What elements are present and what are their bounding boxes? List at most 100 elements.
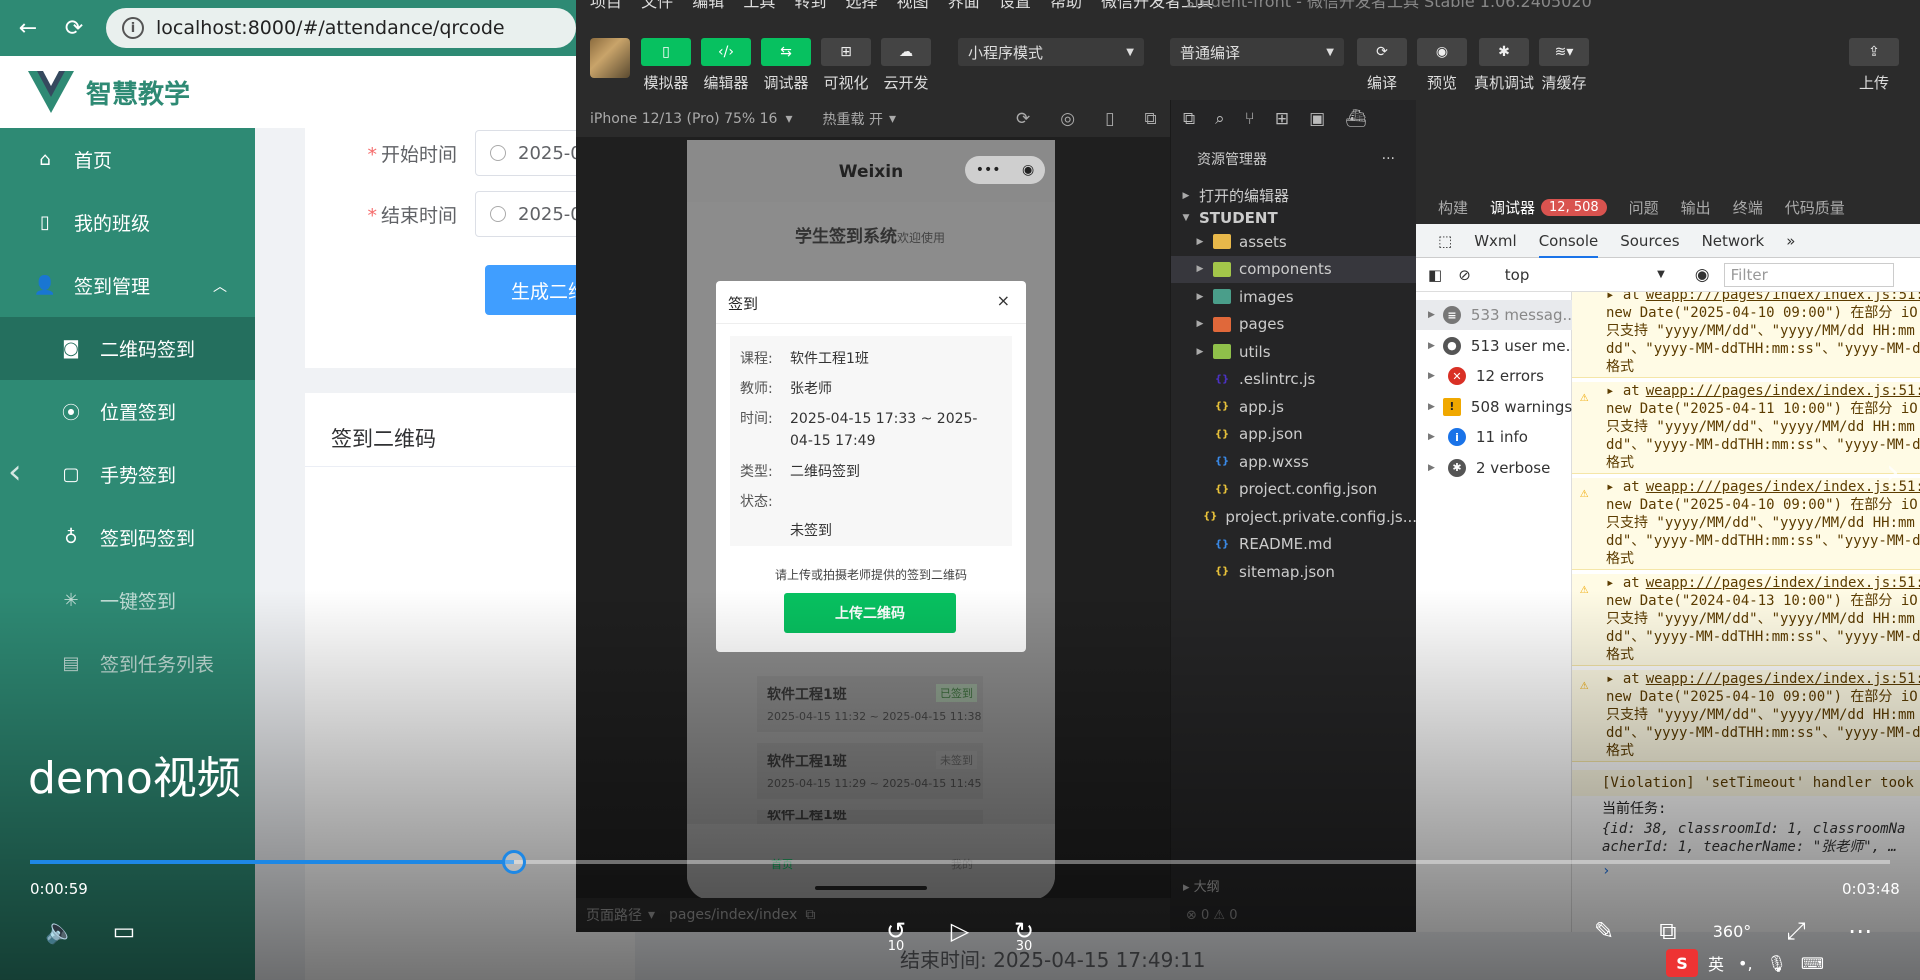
rotate-icon[interactable]: ⟳ <box>1016 109 1030 129</box>
extensions-icon[interactable]: ⊞ <box>1275 109 1289 129</box>
forward-30-icon[interactable]: ↻ 30 <box>1004 914 1044 954</box>
sidebar-toggle-icon[interactable]: ◧ <box>1428 266 1442 284</box>
tab-sources[interactable]: Sources <box>1620 232 1679 250</box>
tab-code-quality[interactable]: 代码质量 <box>1785 197 1845 218</box>
search-icon[interactable]: ⌕ <box>1215 109 1225 129</box>
tab-mine[interactable]: 我的 <box>951 856 973 872</box>
menu-edit[interactable]: 编辑 <box>692 0 724 11</box>
list-item[interactable]: 软件工程1班 未签到 2025-04-15 11:29 ~ 2025-04-15… <box>757 743 983 799</box>
menu-project[interactable]: 项目 <box>590 0 622 11</box>
console-warning[interactable]: ⚠ ▸ at weapp:///pages/index/index.js:51: ne… <box>1572 382 1920 474</box>
menu-file[interactable]: 文件 <box>641 0 673 11</box>
source-link[interactable]: weapp:///pages/index/index.js:51: <box>1646 479 1920 495</box>
play-icon[interactable]: ▷ <box>940 914 980 948</box>
mini-program-capsule[interactable]: ••• ◉ <box>965 156 1045 184</box>
tree-file[interactable]: {} app.json <box>1171 421 1417 448</box>
tab-build[interactable]: 构建 <box>1438 197 1468 218</box>
video-progress-handle[interactable] <box>501 850 526 874</box>
sidebar-item-my-classes[interactable]: ▯ 我的班级 <box>0 191 255 254</box>
mode-select[interactable]: 小程序模式 ▼ <box>958 38 1144 66</box>
sidebar-item-one-click-attendance[interactable]: ✳ 一键签到 <box>0 569 255 632</box>
tree-folder[interactable]: ▶ components <box>1171 255 1417 283</box>
page-path-label[interactable]: 页面路径 <box>586 905 642 925</box>
sidebar-item-home[interactable]: ⌂ 首页 <box>0 128 255 191</box>
upload-button[interactable]: ⇪ 上传 <box>1844 38 1904 93</box>
info-icon[interactable]: i <box>122 17 144 39</box>
eye-icon[interactable]: ◉ <box>1695 265 1710 285</box>
reload-icon[interactable]: ⟳ <box>56 10 92 46</box>
tab-debugger[interactable]: 调试器 <box>1490 197 1535 218</box>
compile-button[interactable]: ⟳ 编译 <box>1352 38 1412 93</box>
chevron-left-icon[interactable]: ‹ <box>8 452 22 492</box>
tab-console[interactable]: Console <box>1538 232 1599 258</box>
sidebar-item-qrcode-attendance[interactable]: ◙ 二维码签到 <box>0 317 255 380</box>
tree-file[interactable]: {} project.private.config.js... <box>1171 503 1417 530</box>
pencil-icon[interactable]: ✎ <box>1584 914 1624 948</box>
source-link[interactable]: weapp:///pages/index/index.js:51: <box>1646 292 1920 303</box>
clear-cache-button[interactable]: ≋▾ 清缓存 <box>1534 38 1594 93</box>
editor-button[interactable]: ‹/› 编辑器 <box>696 38 756 93</box>
visual-button[interactable]: ⊞ 可视化 <box>816 38 876 93</box>
hot-reload-toggle[interactable]: 热重载 开 <box>823 109 883 129</box>
menu-settings[interactable]: 设置 <box>999 0 1031 11</box>
tree-file[interactable]: {} app.wxss <box>1171 448 1417 475</box>
tree-folder[interactable]: ▶ pages <box>1171 311 1417 338</box>
save-icon[interactable]: ▣ <box>1309 109 1325 129</box>
punctuation-icon[interactable]: •, <box>1738 954 1753 973</box>
sidebar-item-task-list[interactable]: ▤ 签到任务列表 <box>0 632 255 695</box>
console-warning[interactable]: ⚠ ▸ at weapp:///pages/index/index.js:51: ne… <box>1572 574 1920 666</box>
back-arrow-icon[interactable]: ← <box>10 10 46 46</box>
copy-icon[interactable]: ⧉ <box>805 907 815 923</box>
sidebar-item-code-attendance[interactable]: ♁ 签到码签到 <box>0 506 255 569</box>
video-progress-bar[interactable] <box>30 850 1890 874</box>
tree-file[interactable]: {} sitemap.json <box>1171 558 1417 585</box>
simulator-button[interactable]: ▯ 模拟器 <box>636 38 696 93</box>
close-icon[interactable]: × <box>997 291 1010 310</box>
tab-wxml[interactable]: Wxml <box>1474 232 1517 250</box>
sidebar-item-gesture-attendance[interactable]: ▢ 手势签到 <box>0 443 255 506</box>
phone-icon[interactable]: ▯ <box>1105 109 1114 129</box>
subtitles-icon[interactable]: ▭ <box>104 914 144 948</box>
inspect-icon[interactable]: ⬚ <box>1438 232 1452 250</box>
close-target-icon[interactable]: ◉ <box>1022 162 1034 178</box>
problems-status[interactable]: ⊗ 0 ⚠ 0 <box>1170 898 1416 932</box>
chevron-right-icon[interactable]: › <box>1886 452 1900 492</box>
more-icon[interactable]: ⋯ <box>1840 914 1880 948</box>
console-filter-3[interactable]: ▶! 508 warnings <box>1416 392 1572 422</box>
device-debug-button[interactable]: ✱ 真机调试 <box>1474 38 1534 93</box>
filter-input[interactable]: Filter <box>1723 262 1894 287</box>
ime-language[interactable]: 英 <box>1708 951 1724 975</box>
sidebar-item-location-attendance[interactable]: ⦿ 位置签到 <box>0 380 255 443</box>
log-object-line[interactable]: {id: 38, classroomId: 1, classroomNa <box>1572 820 1920 838</box>
tab-home[interactable]: 首页 <box>771 856 793 872</box>
tree-file[interactable]: {} app.js <box>1171 393 1417 420</box>
tree-folder[interactable]: ▶ utils <box>1171 338 1417 365</box>
menu-goto[interactable]: 转到 <box>794 0 826 11</box>
source-link[interactable]: weapp:///pages/index/index.js:51: <box>1646 383 1920 399</box>
console-warning[interactable]: ⚠ ▸ at weapp:///pages/index/index.js:51: ne… <box>1572 670 1920 762</box>
source-link[interactable]: weapp:///pages/index/index.js:51: <box>1646 671 1920 687</box>
sidebar-item-attendance-management[interactable]: 👤 签到管理 ︿ <box>0 254 255 317</box>
tree-file[interactable]: {} .eslintrc.js <box>1171 366 1417 393</box>
window-icon[interactable]: ⧉ <box>1144 109 1156 129</box>
console-filter-4[interactable]: ▶ i 11 info <box>1416 422 1572 452</box>
microphone-icon[interactable]: 🎙 <box>1767 954 1787 973</box>
console-filter-2[interactable]: ▶ ✕ 12 errors <box>1416 361 1572 391</box>
menu-interface[interactable]: 界面 <box>948 0 980 11</box>
tree-folder[interactable]: ▶ images <box>1171 283 1417 310</box>
menu-select[interactable]: 选择 <box>846 0 878 11</box>
more-tabs-icon[interactable]: » <box>1786 232 1795 250</box>
context-select[interactable]: top ▼ <box>1505 263 1665 287</box>
tab-network[interactable]: Network <box>1702 232 1765 250</box>
source-link[interactable]: weapp:///pages/index/index.js:51: <box>1646 575 1920 591</box>
avatar[interactable] <box>590 38 630 78</box>
rewind-10-icon[interactable]: ↺ 10 <box>876 914 916 954</box>
picture-in-picture-icon[interactable]: ⧉ <box>1648 914 1688 948</box>
list-item[interactable]: 软件工程1班 <box>757 810 983 824</box>
outline-section[interactable]: ▸ 大纲 <box>1171 876 1417 898</box>
sogou-logo-icon[interactable]: S <box>1666 949 1698 977</box>
tab-problems[interactable]: 问题 <box>1629 197 1659 218</box>
menu-help[interactable]: 帮助 <box>1050 0 1082 11</box>
list-item[interactable]: 软件工程1班 已签到 2025-04-15 11:32 ~ 2025-04-15… <box>757 676 983 732</box>
tree-file[interactable]: {} README.md <box>1171 531 1417 558</box>
